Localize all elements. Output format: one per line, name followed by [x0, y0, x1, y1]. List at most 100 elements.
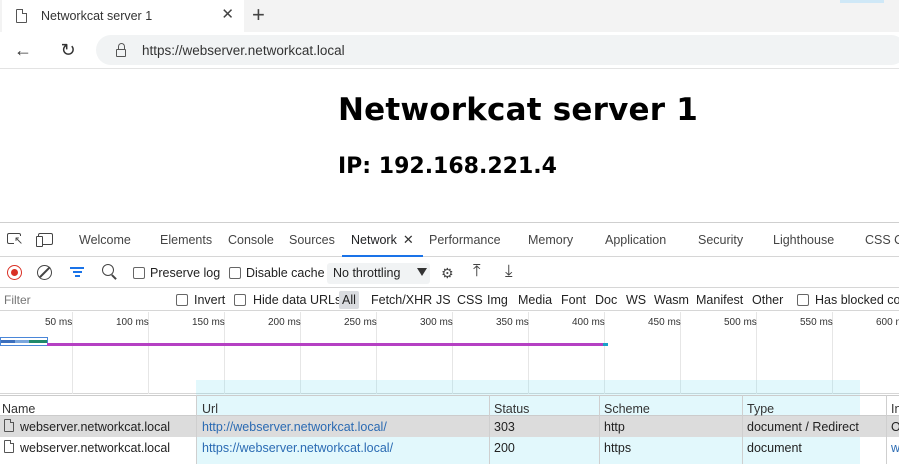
- filter-type-css[interactable]: CSS: [457, 293, 483, 307]
- column-divider[interactable]: [196, 395, 197, 464]
- cell-name: webserver.networkcat.local: [20, 441, 171, 455]
- tab-security[interactable]: Security: [698, 223, 743, 257]
- network-toolbar: Preserve log Disable cache No throttling…: [0, 258, 899, 288]
- tab-network-label: Network: [351, 233, 397, 247]
- timeline-tick: 400 ms: [572, 317, 605, 328]
- disable-cache-checkbox[interactable]: [229, 267, 241, 279]
- cell-url[interactable]: https://webserver.networkcat.local/: [202, 441, 393, 455]
- inspect-element-icon[interactable]: [7, 233, 24, 246]
- column-divider[interactable]: [886, 395, 887, 464]
- timeline-selection-box: [0, 337, 48, 346]
- tab-css-overview[interactable]: CSS O: [865, 223, 899, 257]
- filter-input[interactable]: [4, 293, 154, 307]
- url-text[interactable]: https://webserver.networkcat.local: [142, 43, 345, 58]
- chevron-down-icon: [417, 268, 427, 276]
- timeline-tick: 150 ms: [192, 317, 225, 328]
- tab-performance[interactable]: Performance: [429, 223, 501, 257]
- tab-elements[interactable]: Elements: [160, 223, 212, 257]
- export-har-icon[interactable]: ⤓: [505, 261, 513, 281]
- invert-label[interactable]: Invert: [194, 293, 225, 307]
- timeline-tick: 50 ms: [45, 317, 73, 328]
- column-divider[interactable]: [599, 395, 600, 464]
- new-tab-button[interactable]: +: [252, 3, 265, 27]
- filter-type-manifest[interactable]: Manifest: [696, 293, 743, 307]
- requests-table: Name Url Status Scheme Type In webserver…: [0, 380, 899, 464]
- cell-initiator[interactable]: w: [891, 441, 899, 455]
- cell-type: document: [747, 441, 802, 455]
- tab-sources[interactable]: Sources: [289, 223, 335, 257]
- cell-url[interactable]: http://webserver.networkcat.local/: [202, 420, 387, 434]
- cell-name: webserver.networkcat.local: [20, 420, 171, 434]
- timeline-tick: 450 ms: [648, 317, 681, 328]
- timeline-tick: 350 ms: [496, 317, 529, 328]
- timeline-tick: 550 ms: [800, 317, 833, 328]
- tab-memory[interactable]: Memory: [528, 223, 573, 257]
- timeline-tick: 600 n: [876, 317, 899, 328]
- column-divider[interactable]: [489, 395, 490, 464]
- timeline-bar-request: [47, 343, 607, 346]
- column-header-initiator[interactable]: In: [891, 402, 899, 416]
- hide-data-urls-label[interactable]: Hide data URLs: [253, 293, 341, 307]
- cell-initiator[interactable]: O: [891, 420, 899, 434]
- filter-type-img[interactable]: Img: [487, 293, 508, 307]
- tab-network[interactable]: Network ✕: [342, 223, 423, 257]
- table-header: Name Url Status Scheme Type In: [0, 395, 899, 416]
- lock-icon[interactable]: [116, 42, 126, 57]
- filter-type-doc[interactable]: Doc: [595, 293, 617, 307]
- document-icon: [4, 418, 15, 432]
- browser-tab[interactable]: Networkcat server 1 ✕: [2, 0, 244, 32]
- disable-cache-label[interactable]: Disable cache: [246, 266, 325, 280]
- timeline-tick: 200 ms: [268, 317, 301, 328]
- import-har-icon[interactable]: ⤒: [473, 261, 481, 281]
- clear-icon[interactable]: [37, 265, 52, 280]
- hide-data-urls-checkbox[interactable]: [234, 294, 246, 306]
- record-icon[interactable]: [7, 265, 22, 280]
- column-header-type[interactable]: Type: [747, 402, 774, 416]
- network-conditions-icon[interactable]: ⚙: [441, 265, 454, 282]
- filter-type-all[interactable]: All: [339, 291, 359, 309]
- timeline-bar-end: [603, 343, 608, 346]
- timeline-tick: 250 ms: [344, 317, 377, 328]
- filter-type-font[interactable]: Font: [561, 293, 586, 307]
- column-divider[interactable]: [742, 395, 743, 464]
- preserve-log-label[interactable]: Preserve log: [150, 266, 220, 280]
- tab-welcome[interactable]: Welcome: [79, 223, 131, 257]
- filter-icon[interactable]: [70, 267, 84, 277]
- tab-close-icon[interactable]: ✕: [221, 7, 234, 23]
- page-title: Networkcat server 1: [338, 92, 698, 128]
- page-content: Networkcat server 1 IP: 192.168.221.4: [0, 70, 899, 222]
- tab-network-close-icon[interactable]: ✕: [403, 232, 414, 247]
- timeline-tick: 500 ms: [724, 317, 757, 328]
- tab-lighthouse[interactable]: Lighthouse: [773, 223, 834, 257]
- tab-strip: Networkcat server 1 ✕ +: [0, 0, 899, 32]
- reload-button[interactable]: ↻: [55, 38, 81, 62]
- search-icon[interactable]: [102, 264, 114, 276]
- table-row[interactable]: webserver.networkcat.local https://webse…: [0, 437, 899, 458]
- filter-type-ws[interactable]: WS: [626, 293, 646, 307]
- filter-type-js[interactable]: JS: [436, 293, 451, 307]
- has-blocked-cookies-checkbox[interactable]: [797, 294, 809, 306]
- column-header-status[interactable]: Status: [494, 402, 529, 416]
- page-ip: IP: 192.168.221.4: [338, 154, 557, 179]
- tab-application[interactable]: Application: [605, 223, 666, 257]
- tab-console[interactable]: Console: [228, 223, 274, 257]
- cell-scheme: http: [604, 420, 625, 434]
- filter-type-other[interactable]: Other: [752, 293, 783, 307]
- filter-type-wasm[interactable]: Wasm: [654, 293, 689, 307]
- column-header-url[interactable]: Url: [202, 402, 218, 416]
- address-bar[interactable]: https://webserver.networkcat.local: [96, 35, 899, 65]
- has-blocked-cookies-label[interactable]: Has blocked coo: [815, 293, 899, 307]
- invert-checkbox[interactable]: [176, 294, 188, 306]
- filter-type-fetch-xhr[interactable]: Fetch/XHR: [371, 293, 432, 307]
- preserve-log-checkbox[interactable]: [133, 267, 145, 279]
- back-button[interactable]: ←: [10, 38, 36, 62]
- filter-type-media[interactable]: Media: [518, 293, 552, 307]
- cell-status: 303: [494, 420, 515, 434]
- document-icon: [4, 439, 15, 453]
- table-row[interactable]: webserver.networkcat.local http://webser…: [0, 416, 899, 437]
- device-toolbar-icon[interactable]: [36, 233, 53, 247]
- column-header-name[interactable]: Name: [2, 402, 35, 416]
- throttling-select[interactable]: No throttling: [327, 263, 430, 284]
- column-header-scheme[interactable]: Scheme: [604, 402, 650, 416]
- page-icon: [16, 8, 28, 23]
